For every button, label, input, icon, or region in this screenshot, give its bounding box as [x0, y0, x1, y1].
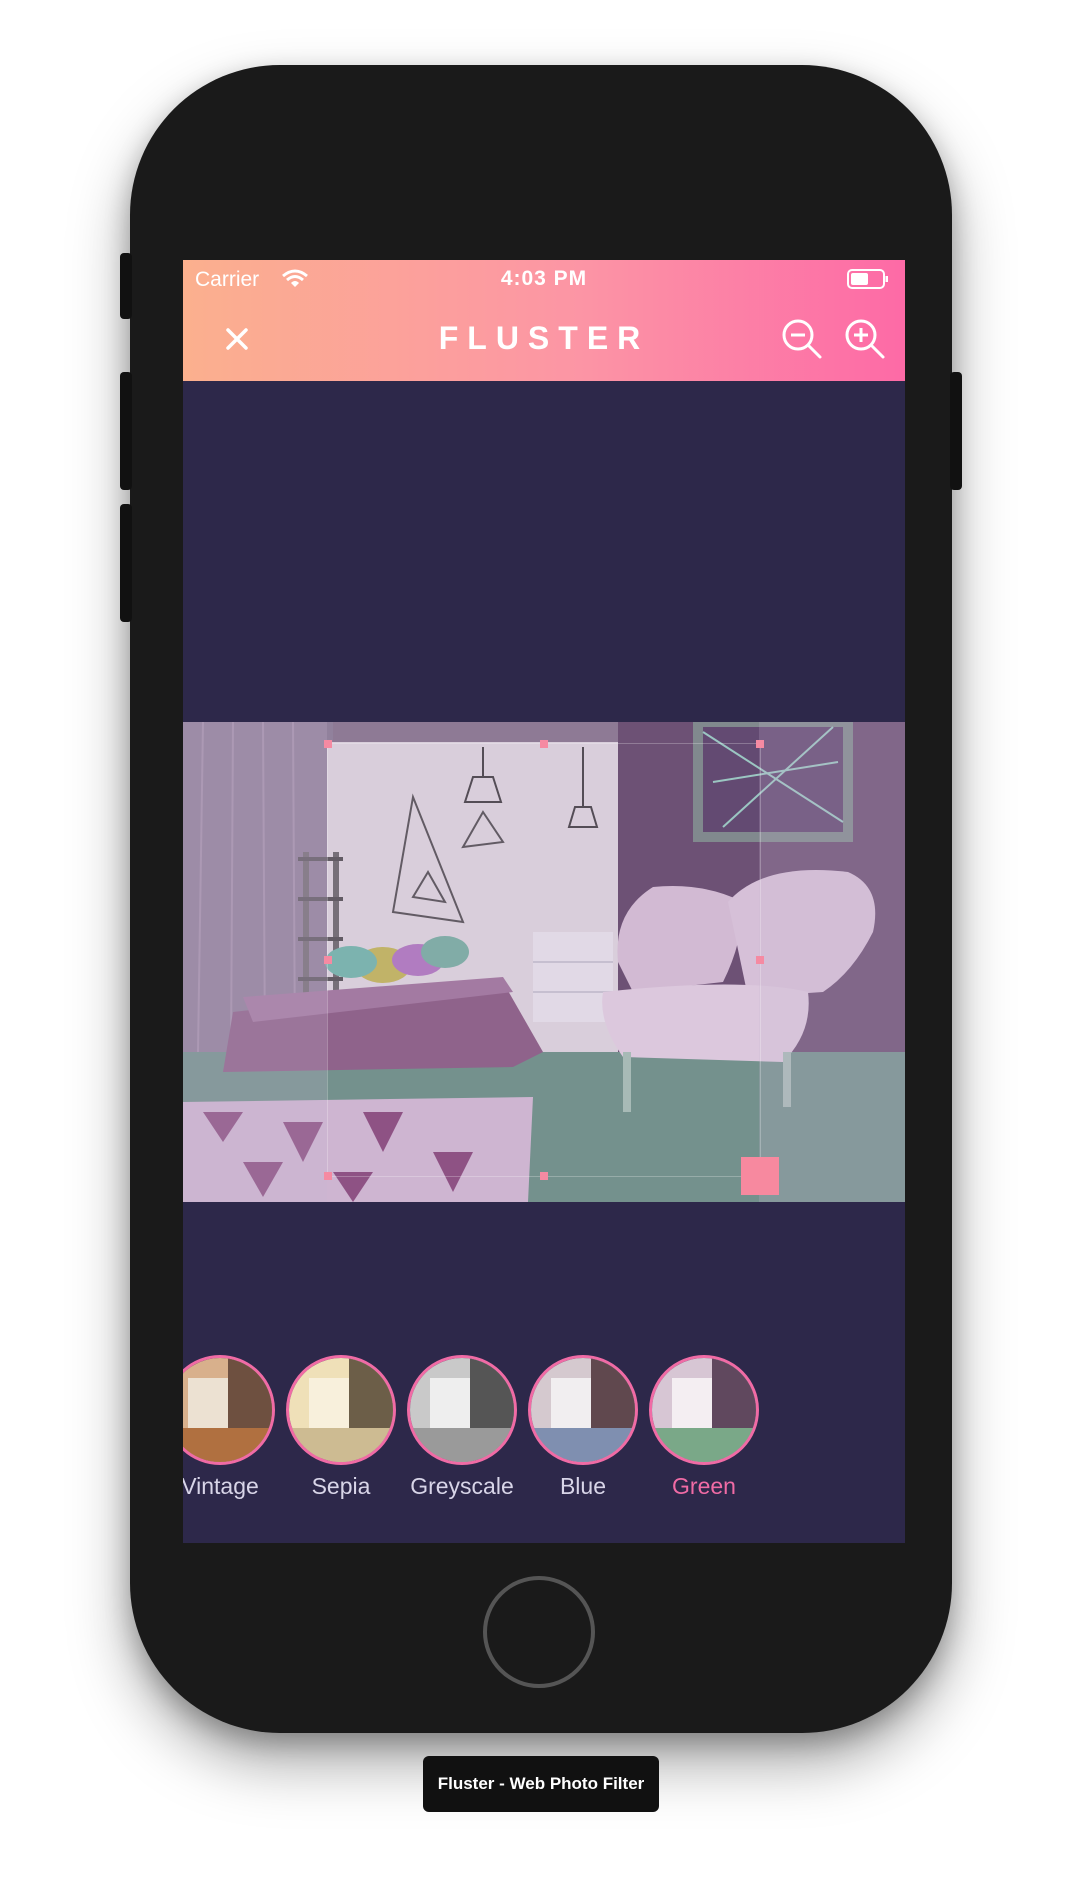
crop-outside-right [759, 722, 905, 1202]
crop-handle-bottom[interactable] [540, 1172, 548, 1180]
filter-greyscale[interactable]: Greyscale [402, 1355, 522, 1500]
header-bar: Carrier 4:03 PM FLUSTER [183, 260, 905, 381]
photo-canvas[interactable] [183, 722, 905, 1202]
battery-icon [847, 269, 888, 289]
crop-handle-left[interactable] [324, 956, 332, 964]
filter-blue[interactable]: Blue [523, 1355, 643, 1500]
volume-up-button [120, 372, 132, 490]
filter-sepia[interactable]: Sepia [281, 1355, 401, 1500]
crop-handle-top[interactable] [540, 740, 548, 748]
filter-green-thumbnail [649, 1355, 759, 1465]
filter-blue-thumbnail [528, 1355, 638, 1465]
filter-sepia-thumbnail [286, 1355, 396, 1465]
crop-handle-top-right[interactable] [756, 740, 764, 748]
filter-label: Vintage [183, 1473, 259, 1499]
filter-label: Blue [559, 1473, 607, 1499]
filter-label: Green [672, 1473, 736, 1499]
filter-strip: Vintage Sepia Greyscale Blue Green [183, 1355, 905, 1515]
filter-label: Greyscale [410, 1473, 514, 1499]
crop-handle-top-left[interactable] [324, 740, 332, 748]
filter-label: Sepia [311, 1473, 371, 1499]
filter-vintage[interactable]: Vintage [183, 1355, 280, 1500]
crop-resize-handle[interactable] [741, 1157, 779, 1195]
filter-vintage-thumbnail [183, 1355, 275, 1465]
filter-greyscale-thumbnail [407, 1355, 517, 1465]
status-time: 4:03 PM [500, 267, 588, 290]
home-button[interactable] [483, 1576, 595, 1688]
zoom-in-icon[interactable] [843, 317, 887, 361]
mute-switch [120, 253, 132, 319]
filter-green[interactable]: Green [644, 1355, 764, 1500]
power-button [950, 372, 962, 490]
app-caption: Fluster - Web Photo Filter [423, 1756, 659, 1812]
zoom-out-icon[interactable] [780, 317, 824, 361]
crop-handle-right[interactable] [756, 956, 764, 964]
app-screen: Carrier 4:03 PM FLUSTER Vintage Sepia Gr… [183, 260, 905, 1543]
crop-frame[interactable] [324, 740, 779, 1195]
crop-handle-bottom-left[interactable] [324, 1172, 332, 1180]
crop-outside-left [183, 722, 327, 1202]
status-bar: Carrier 4:03 PM [183, 260, 905, 300]
volume-down-button [120, 504, 132, 622]
